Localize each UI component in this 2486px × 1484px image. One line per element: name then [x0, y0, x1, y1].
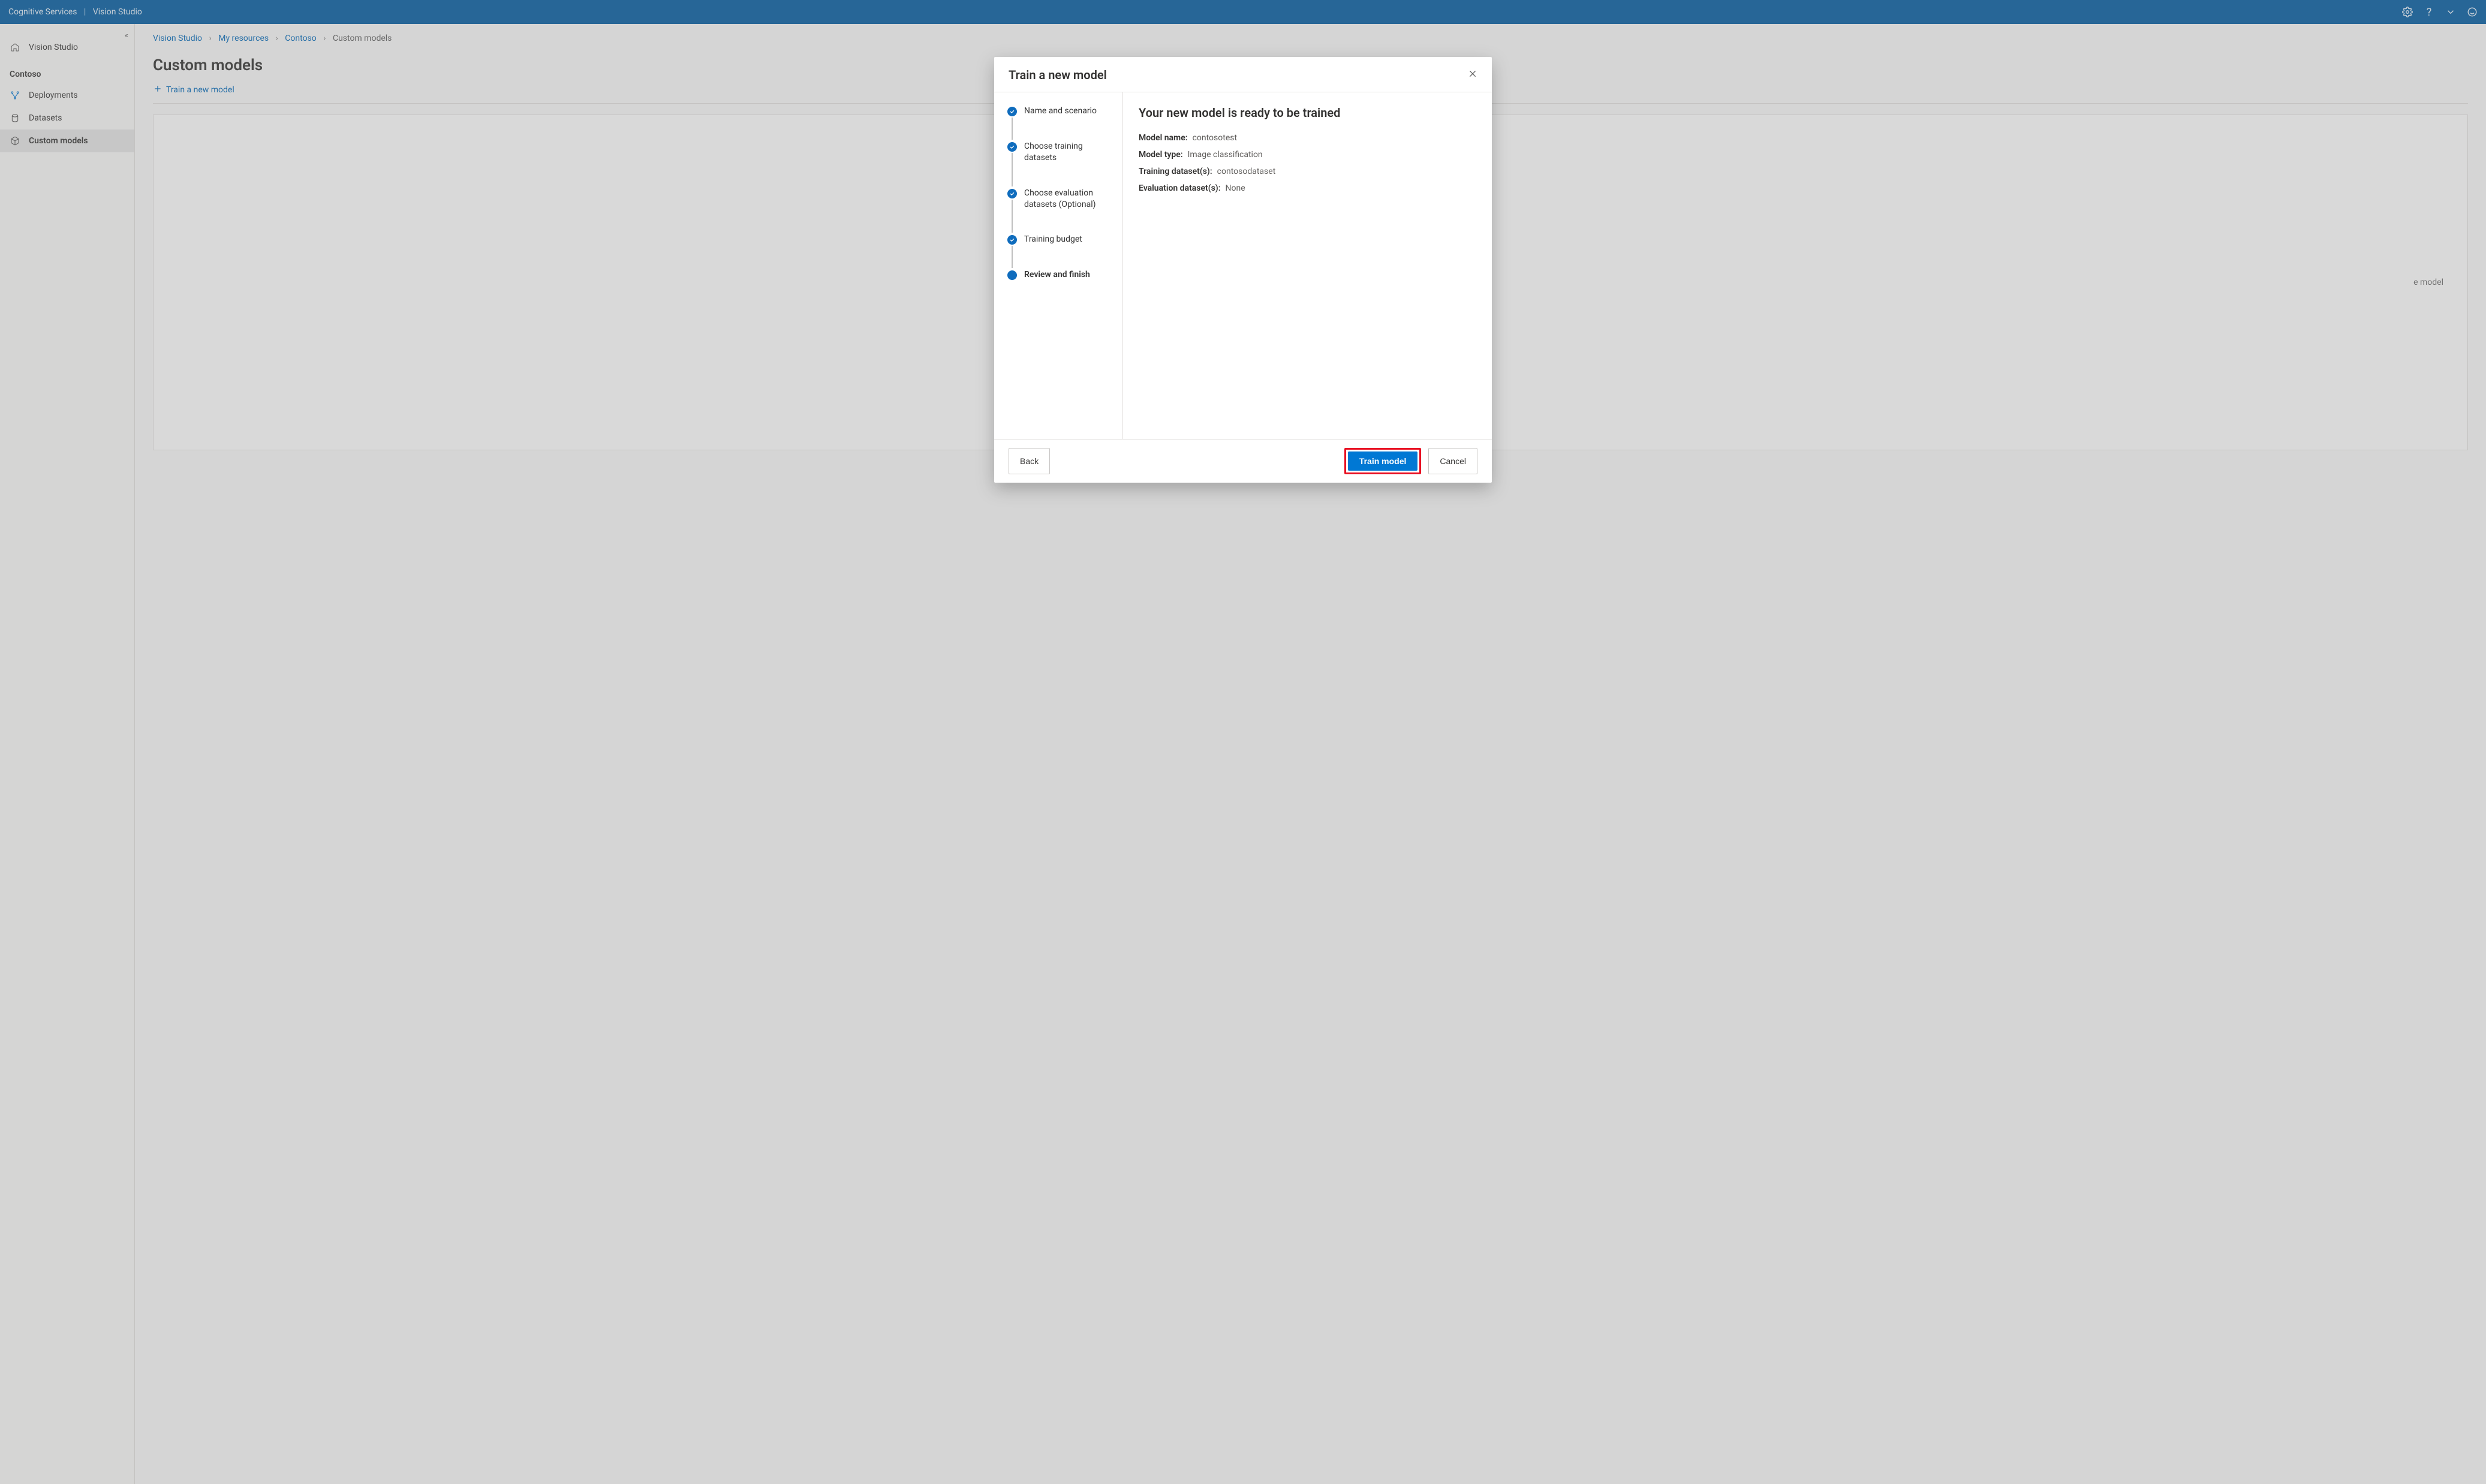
review-value: contosotest: [1193, 133, 1238, 143]
review-model-name: Model name: contosotest: [1139, 133, 1476, 143]
wizard-step-evaluation-datasets[interactable]: Choose evaluation datasets (Optional): [1007, 188, 1116, 234]
review-headline: Your new model is ready to be trained: [1139, 106, 1476, 120]
review-label: Model type:: [1139, 150, 1183, 159]
train-model-button[interactable]: Train model: [1348, 451, 1418, 471]
step-done-icon: [1007, 107, 1017, 116]
review-value: contosodataset: [1217, 167, 1276, 176]
step-label: Training budget: [1024, 234, 1082, 245]
review-model-type: Model type: Image classification: [1139, 150, 1476, 159]
step-label: Review and finish: [1024, 269, 1090, 281]
step-done-icon: [1007, 142, 1017, 152]
step-label: Name and scenario: [1024, 106, 1097, 117]
train-model-dialog: Train a new model Name and scenario: [994, 57, 1492, 483]
wizard-step-training-datasets[interactable]: Choose training datasets: [1007, 141, 1116, 188]
cancel-button[interactable]: Cancel: [1428, 448, 1477, 474]
review-evaluation-datasets: Evaluation dataset(s): None: [1139, 183, 1476, 193]
wizard-step-name-scenario[interactable]: Name and scenario: [1007, 106, 1116, 141]
dialog-title: Train a new model: [1009, 68, 1468, 82]
wizard-step-training-budget[interactable]: Training budget: [1007, 234, 1116, 269]
step-label: Choose evaluation datasets (Optional): [1024, 188, 1116, 210]
close-icon[interactable]: [1468, 69, 1477, 81]
step-done-icon: [1007, 235, 1017, 245]
wizard-step-review-finish[interactable]: Review and finish: [1007, 269, 1116, 281]
step-label: Choose training datasets: [1024, 141, 1116, 164]
step-done-icon: [1007, 189, 1017, 198]
review-pane: Your new model is ready to be trained Mo…: [1123, 92, 1492, 439]
review-training-datasets: Training dataset(s): contosodataset: [1139, 167, 1476, 176]
review-label: Training dataset(s):: [1139, 167, 1212, 176]
review-value: Image classification: [1188, 150, 1263, 159]
review-label: Model name:: [1139, 133, 1188, 143]
step-current-icon: [1007, 270, 1017, 280]
back-button[interactable]: Back: [1009, 448, 1050, 474]
dialog-header: Train a new model: [994, 57, 1492, 92]
wizard-steps: Name and scenario Choose training datase…: [994, 92, 1123, 439]
dialog-footer: Back Train model Cancel: [994, 439, 1492, 483]
review-value: None: [1226, 183, 1245, 193]
highlight-annotation: Train model: [1344, 448, 1422, 474]
review-label: Evaluation dataset(s):: [1139, 183, 1221, 193]
